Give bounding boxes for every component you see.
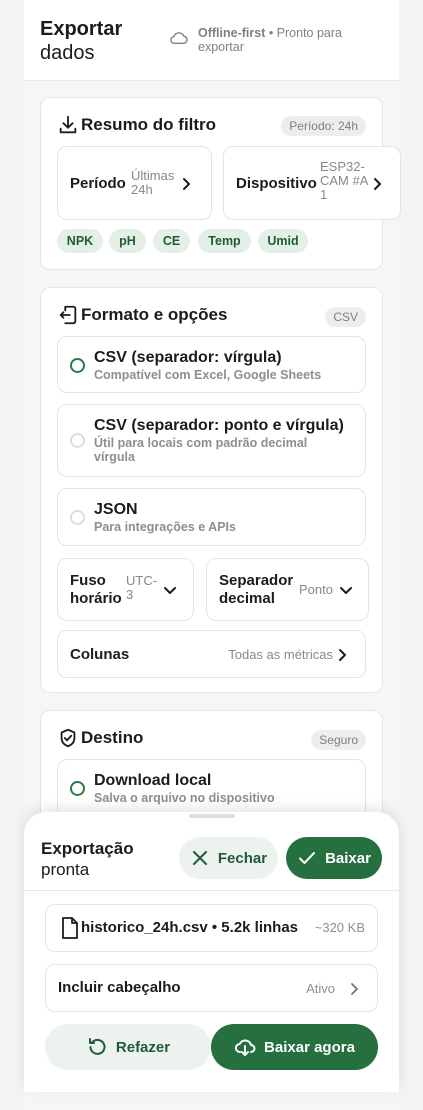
metric-chip: NPK xyxy=(57,229,103,253)
option-subtitle: Para integrações e APIs xyxy=(94,520,236,534)
device-label: Dispositivo xyxy=(236,175,317,192)
check-icon xyxy=(299,852,316,864)
download-button[interactable]: Baixar xyxy=(286,837,382,879)
chevron-down-icon xyxy=(340,587,352,594)
cloud-icon xyxy=(170,32,188,45)
download-now-button[interactable]: Baixar agora xyxy=(211,1024,378,1070)
option-title: CSV (separador: ponto e vírgula) xyxy=(94,417,344,434)
filter-title: Resumo do filtro xyxy=(81,115,217,134)
option-title: JSON xyxy=(94,501,138,518)
format-option-csv-semicolon[interactable]: CSV (separador: ponto e vírgula) Útil pa… xyxy=(57,404,366,477)
cloud-download-icon xyxy=(234,1039,256,1056)
decimal-separator-selector[interactable]: Separador decimal Ponto xyxy=(206,558,369,621)
columns-label: Colunas xyxy=(70,646,130,663)
close-icon xyxy=(192,851,207,865)
option-subtitle: Útil para locais com padrão decimal vírg… xyxy=(94,436,308,464)
timezone-value: UTC-3 xyxy=(126,573,158,602)
destination-title: Destino xyxy=(81,728,144,747)
format-option-csv-comma[interactable]: CSV (separador: vírgula) Compatível com … xyxy=(57,336,366,393)
decimal-value: Ponto xyxy=(299,582,333,597)
sheet-title: Exportação pronta xyxy=(41,839,134,879)
metric-chip: pH xyxy=(109,229,146,253)
format-title: Formato e opções xyxy=(81,305,228,324)
decimal-label: Separador decimal xyxy=(219,572,294,607)
destination-badge: Seguro xyxy=(311,730,366,750)
period-label: Período xyxy=(70,175,126,192)
metric-chip: Umid xyxy=(258,229,308,253)
filter-summary-card: Resumo do filtro Período: 24h Período Úl… xyxy=(40,97,401,270)
sheet-grab-handle[interactable] xyxy=(189,814,235,818)
metric-chips: NPK pH CE Temp Umid xyxy=(57,229,377,253)
device-selector[interactable]: Dispositivo ESP32-CAM #A1 xyxy=(223,146,401,220)
offline-status: Offline-first • Pronto para exportar xyxy=(168,26,378,54)
format-option-json[interactable]: JSON Para integrações e APIs xyxy=(57,488,366,546)
metric-chip: CE xyxy=(153,229,190,253)
file-name: historico_24h.csv • 5.2k linhas xyxy=(81,919,299,936)
option-subtitle: Compatível com Excel, Google Sheets xyxy=(94,368,322,382)
option-subtitle: Salva o arquivo no dispositivo xyxy=(94,791,275,805)
divider xyxy=(24,890,399,891)
chevron-right-icon xyxy=(183,178,190,190)
export-file-icon xyxy=(59,305,77,325)
export-ready-sheet: Exportação pronta Fechar Baixar historic… xyxy=(24,812,399,1092)
refresh-icon xyxy=(88,1038,106,1055)
include-header-label: Incluir cabeçalho xyxy=(58,979,181,996)
device-value: ESP32-CAM #A1 xyxy=(320,159,369,202)
radio-unselected[interactable] xyxy=(70,433,85,448)
radio-unselected[interactable] xyxy=(70,510,85,525)
chevron-right-icon xyxy=(339,649,346,661)
destination-option-local[interactable]: Download local Salva o arquivo no dispos… xyxy=(57,759,366,819)
columns-value: Todas as métricas xyxy=(228,647,333,662)
chevron-down-icon xyxy=(164,587,176,594)
radio-selected[interactable] xyxy=(70,781,85,796)
file-size: ~320 KB xyxy=(314,920,365,935)
page-title: Exportar dados xyxy=(40,18,123,64)
include-header-value: Ativo xyxy=(306,981,335,996)
top-header: Exportar dados Offline-first • Pronto pa… xyxy=(24,0,399,81)
timezone-label: Fuso horário xyxy=(70,572,122,607)
chevron-right-icon xyxy=(374,178,381,190)
option-title: CSV (separador: vírgula) xyxy=(94,349,282,366)
export-screen: Exportar dados Offline-first • Pronto pa… xyxy=(24,0,401,1110)
period-selector[interactable]: Período Últimas 24h xyxy=(57,146,212,220)
option-title: Download local xyxy=(94,772,212,789)
status-mode: Offline-first xyxy=(198,26,266,40)
shield-check-icon xyxy=(60,728,76,748)
format-options-card: Formato e opções CSV CSV (separador: vír… xyxy=(40,287,383,693)
metric-chip: Temp xyxy=(198,229,251,253)
include-header-row[interactable]: Incluir cabeçalho Ativo xyxy=(45,964,378,1012)
download-icon xyxy=(59,115,77,134)
file-icon xyxy=(62,917,78,939)
timezone-selector[interactable]: Fuso horário UTC-3 xyxy=(57,558,194,621)
columns-selector[interactable]: Colunas Todas as métricas xyxy=(57,630,366,678)
period-badge: Período: 24h xyxy=(281,116,366,136)
radio-selected[interactable] xyxy=(70,358,85,373)
format-badge: CSV xyxy=(325,307,366,327)
chevron-right-icon xyxy=(351,983,358,995)
redo-button[interactable]: Refazer xyxy=(45,1024,211,1070)
file-summary: historico_24h.csv • 5.2k linhas ~320 KB xyxy=(45,904,378,952)
close-button[interactable]: Fechar xyxy=(179,837,278,879)
